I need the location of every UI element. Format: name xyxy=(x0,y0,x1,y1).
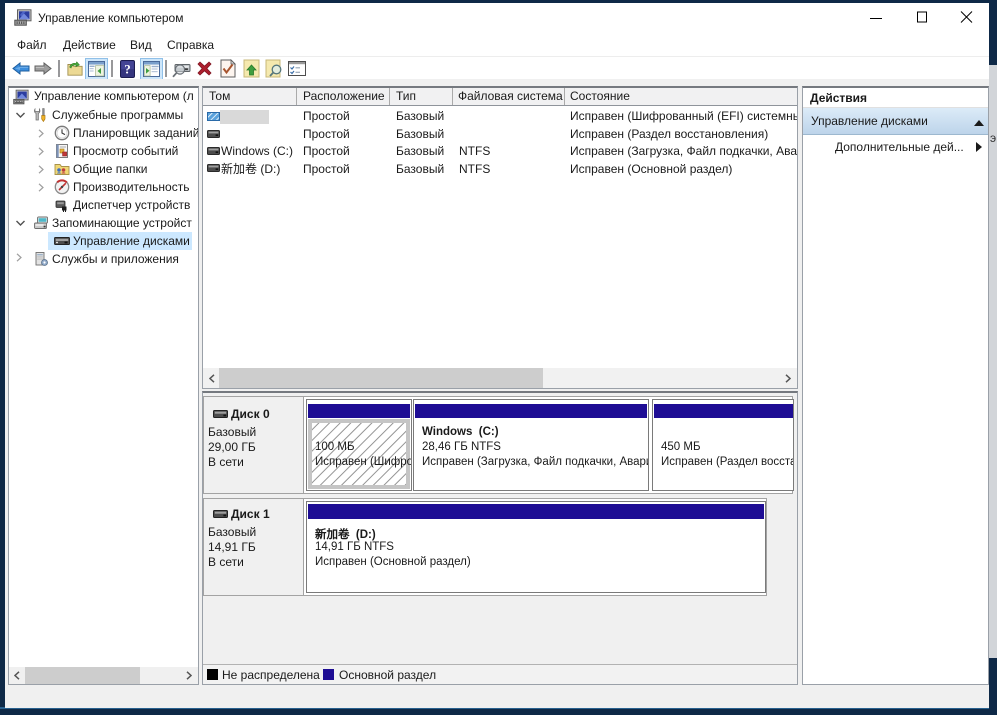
svg-text:?: ? xyxy=(124,62,131,77)
